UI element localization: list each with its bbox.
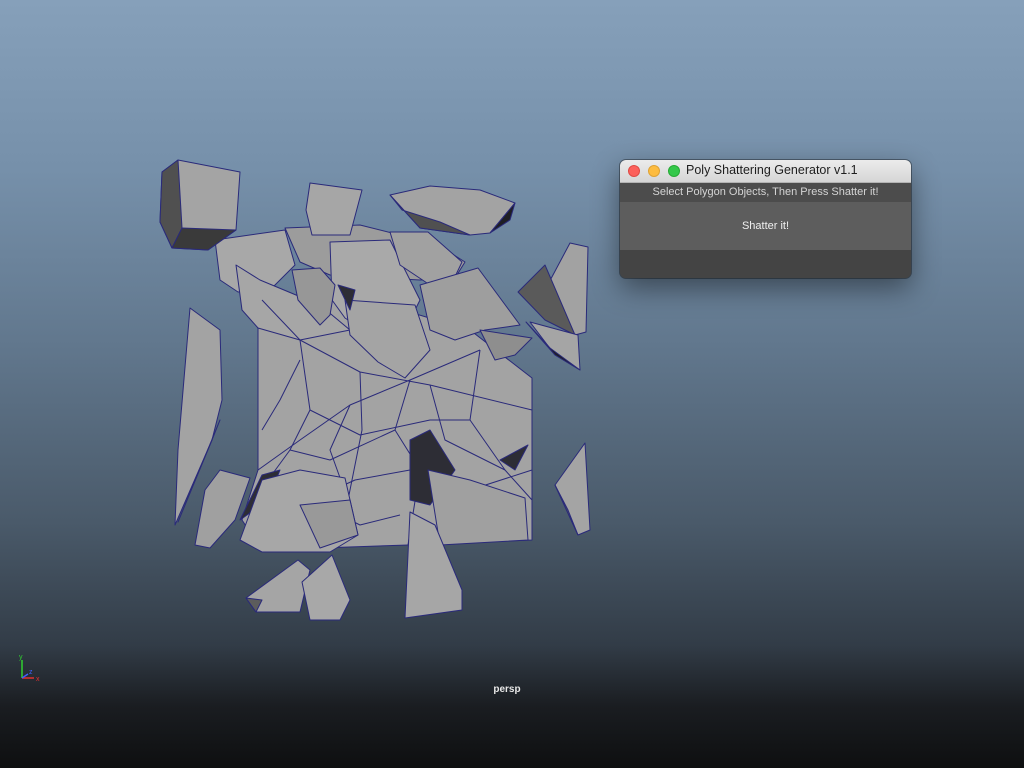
window-title: Poly Shattering Generator v1.1 <box>686 163 858 177</box>
camera-name-label: persp <box>493 684 521 695</box>
x-axis-label: x <box>36 676 40 682</box>
y-axis-label: y <box>19 654 23 661</box>
close-icon[interactable] <box>628 165 640 177</box>
axis-gizmo: y x z <box>19 654 40 682</box>
maya-viewport[interactable]: y x z persp Poly Shattering Generator v1… <box>0 0 1024 768</box>
poly-shatter-window: Poly Shattering Generator v1.1 Select Po… <box>620 160 911 278</box>
window-title-bar[interactable]: Poly Shattering Generator v1.1 <box>620 160 911 183</box>
z-axis-label: z <box>29 669 33 676</box>
maximize-icon[interactable] <box>668 165 680 177</box>
shatter-button[interactable]: Shatter it! <box>620 202 911 250</box>
window-footer <box>620 250 911 278</box>
shattered-cube-scene[interactable] <box>0 0 1024 768</box>
minimize-icon[interactable] <box>648 165 660 177</box>
shard-bottom-center <box>301 554 351 621</box>
instruction-text: Select Polygon Objects, Then Press Shatt… <box>620 183 911 202</box>
